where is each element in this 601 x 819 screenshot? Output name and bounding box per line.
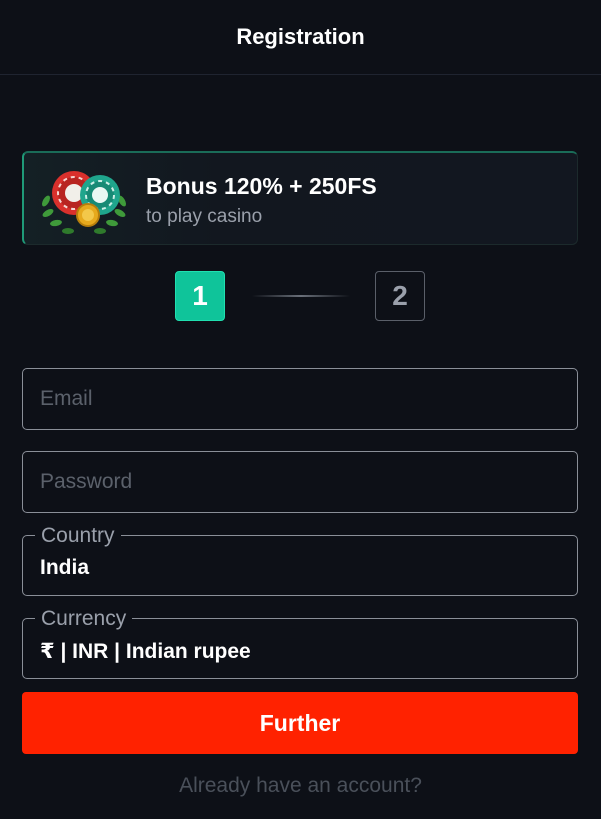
further-button[interactable]: Further <box>22 692 578 754</box>
header: Registration <box>0 0 601 75</box>
bonus-subtitle: to play casino <box>146 206 263 227</box>
currency-label: Currency <box>35 607 133 631</box>
step-connector <box>252 295 350 297</box>
country-label: Country <box>35 524 121 548</box>
currency-select[interactable]: Currency ₹ | INR | Indian rupee <box>22 607 578 679</box>
login-link[interactable]: Already have an account? <box>0 774 601 798</box>
email-field[interactable] <box>23 369 577 429</box>
country-select[interactable]: Country India <box>22 524 578 596</box>
currency-value: ₹ | INR | Indian rupee <box>40 640 251 663</box>
page-title: Registration <box>236 24 365 49</box>
password-field[interactable] <box>23 452 577 512</box>
step-2-indicator: 2 <box>375 271 425 321</box>
country-value: India <box>40 556 90 579</box>
email-field-wrapper <box>22 368 578 430</box>
step-1-indicator: 1 <box>175 271 225 321</box>
bonus-banner[interactable]: Bonus 120% + 250FS to play casino <box>22 151 578 245</box>
casino-chips-laurel-icon <box>42 171 126 234</box>
password-field-wrapper <box>22 451 578 513</box>
bonus-title: Bonus 120% + 250FS <box>146 173 377 199</box>
